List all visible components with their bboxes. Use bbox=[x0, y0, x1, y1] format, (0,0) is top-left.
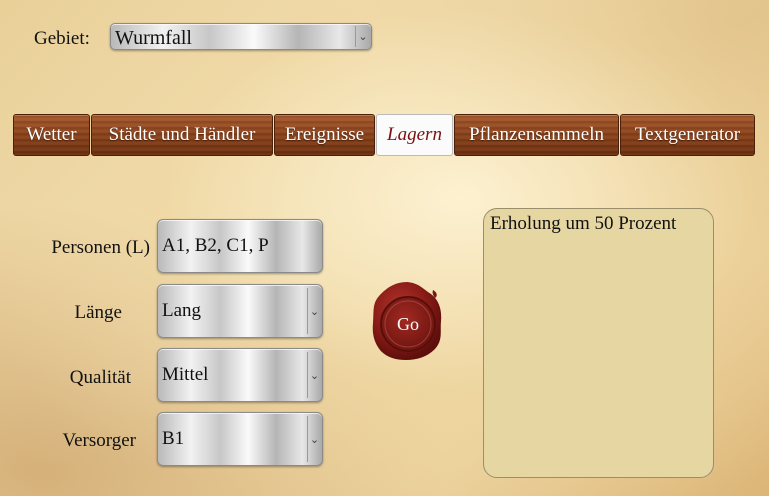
laenge-select[interactable]: Lang ⌄ bbox=[157, 284, 323, 338]
chevron-down-icon: ⌄ bbox=[307, 288, 321, 334]
chevron-down-icon: ⌄ bbox=[307, 352, 321, 398]
result-text: Erholung um 50 Prozent bbox=[490, 213, 677, 234]
qualitaet-select[interactable]: Mittel ⌄ bbox=[157, 348, 323, 402]
result-output: Erholung um 50 Prozent bbox=[483, 208, 714, 478]
go-button[interactable]: Go bbox=[371, 280, 443, 362]
versorger-value: B1 bbox=[162, 428, 185, 449]
qualitaet-label: Qualität bbox=[69, 367, 131, 388]
tab-lagern[interactable]: Lagern bbox=[376, 114, 453, 156]
versorger-select[interactable]: B1 ⌄ bbox=[157, 412, 323, 466]
chevron-down-icon: ⌄ bbox=[355, 26, 370, 47]
gebiet-label: Gebiet: bbox=[34, 28, 90, 49]
go-label: Go bbox=[397, 314, 419, 334]
wax-seal-icon: Go bbox=[372, 282, 442, 360]
gebiet-select[interactable]: Wurmfall ⌄ bbox=[110, 23, 372, 50]
personen-input[interactable]: A1, B2, C1, P bbox=[157, 219, 323, 273]
personen-label: Personen (L) bbox=[51, 237, 150, 258]
chevron-down-icon: ⌄ bbox=[307, 416, 321, 462]
laenge-value: Lang bbox=[162, 300, 202, 321]
tab-wetter[interactable]: Wetter bbox=[13, 114, 90, 156]
versorger-label: Versorger bbox=[62, 430, 136, 451]
personen-value: A1, B2, C1, P bbox=[162, 235, 269, 256]
qualitaet-value: Mittel bbox=[162, 364, 209, 385]
laenge-label: Länge bbox=[74, 302, 122, 323]
tab-ereignisse[interactable]: Ereignisse bbox=[274, 114, 375, 156]
gebiet-select-value: Wurmfall bbox=[115, 27, 192, 49]
tab-staedte-und-haendler[interactable]: Städte und Händler bbox=[91, 114, 273, 156]
tab-pflanzensammeln[interactable]: Pflanzensammeln bbox=[454, 114, 619, 156]
tab-textgenerator[interactable]: Textgenerator bbox=[620, 114, 755, 156]
